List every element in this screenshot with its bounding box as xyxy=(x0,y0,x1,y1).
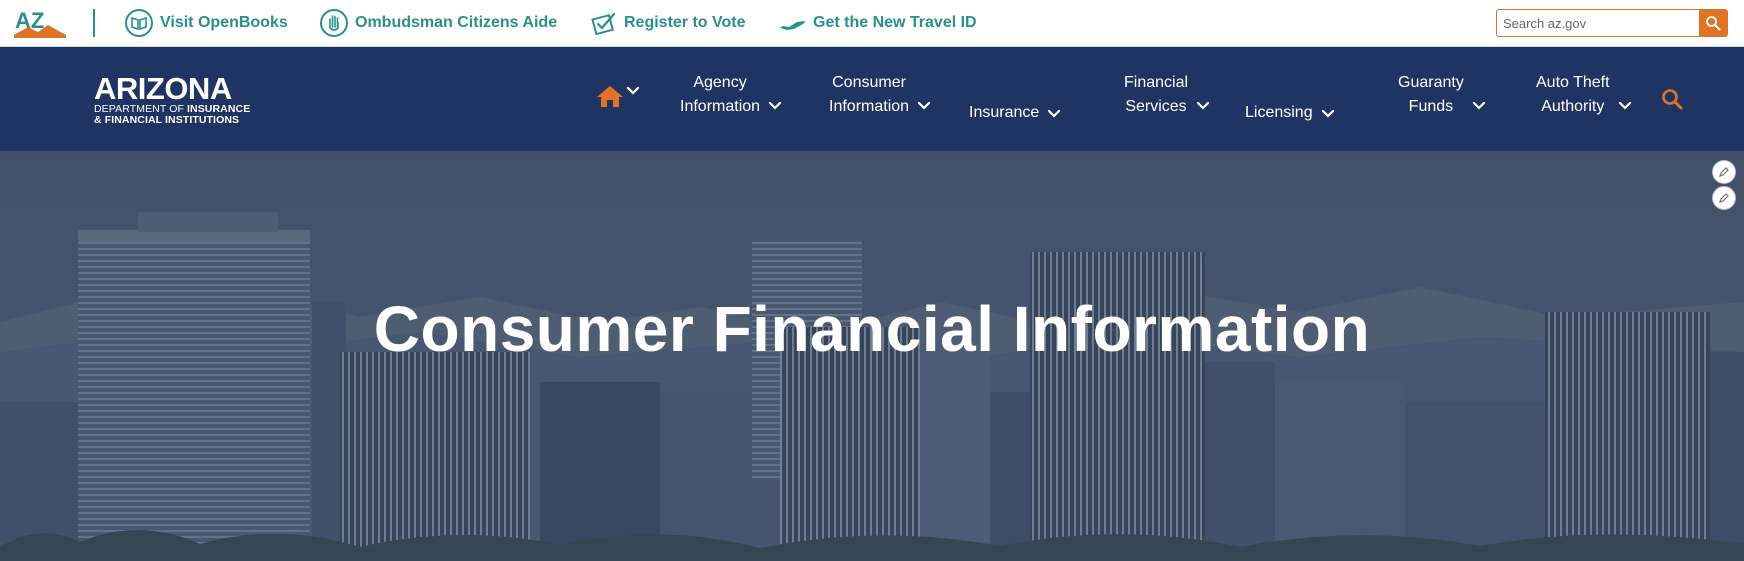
brand-title: ARIZONA xyxy=(94,71,232,106)
hand-icon xyxy=(319,8,349,38)
search-icon xyxy=(1706,16,1721,31)
nav-label-line2: Funds xyxy=(1408,98,1454,115)
nav-label-line1: Financial xyxy=(1124,74,1189,91)
utility-bar: AZ Visit OpenBooks Ombudsman Citizens Ai… xyxy=(0,0,1744,47)
ballot-check-icon xyxy=(588,8,618,38)
divider xyxy=(93,9,95,37)
az-search-button[interactable] xyxy=(1699,10,1727,36)
register-to-vote-link[interactable]: Register to Vote xyxy=(588,10,746,36)
nav-label-line2: Authority xyxy=(1541,98,1605,115)
nav-auto-theft-authority[interactable]: Auto Theft Authority xyxy=(1536,65,1632,125)
pencil-icon xyxy=(1719,167,1729,177)
open-book-icon xyxy=(124,8,154,38)
nav-label-line2: Information xyxy=(680,98,761,115)
nav-insurance[interactable]: Insurance xyxy=(969,77,1061,137)
nav-label-line1: Consumer xyxy=(832,74,906,91)
difi-logo[interactable]: ARIZONA DEPARTMENT OF INSURANCE & FINANC… xyxy=(94,71,280,126)
home-icon xyxy=(597,86,623,107)
travel-id-label: Get the New Travel ID xyxy=(813,14,977,31)
chevron-down-icon xyxy=(1321,109,1334,118)
chevron-down-icon xyxy=(1618,101,1631,110)
main-nav: ARIZONA DEPARTMENT OF INSURANCE & FINANC… xyxy=(0,47,1744,152)
edit-button[interactable] xyxy=(1712,186,1736,210)
search-icon xyxy=(1662,89,1683,110)
home-menu[interactable] xyxy=(596,79,644,113)
nav-label-line2: Insurance xyxy=(969,104,1040,121)
chevron-down-icon xyxy=(1472,101,1485,110)
chevron-down-icon xyxy=(768,101,782,110)
nav-licensing[interactable]: Licensing xyxy=(1245,77,1335,137)
brand-subtitle-line2: & FINANCIAL INSTITUTIONS xyxy=(94,114,240,126)
site-search-button[interactable] xyxy=(1660,87,1684,111)
nav-label-line1: Guaranty xyxy=(1398,74,1464,91)
nav-label-line2: Services xyxy=(1125,98,1187,115)
edit-button[interactable] xyxy=(1712,160,1736,184)
chevron-down-icon xyxy=(626,86,640,95)
hero-banner: Consumer Financial Information xyxy=(0,152,1744,561)
chevron-down-icon xyxy=(1196,101,1210,110)
chevron-down-icon xyxy=(1048,109,1061,118)
az-search-input[interactable] xyxy=(1497,10,1697,36)
nav-label-line1: Agency xyxy=(693,74,747,91)
travel-id-link[interactable]: Get the New Travel ID xyxy=(777,10,977,36)
page-title: Consumer Financial Information xyxy=(373,293,1371,365)
ombudsman-link[interactable]: Ombudsman Citizens Aide xyxy=(319,8,558,38)
chevron-down-icon xyxy=(917,101,931,110)
pencil-icon xyxy=(1719,193,1729,203)
nav-consumer-information[interactable]: Consumer Information xyxy=(829,65,931,125)
nav-financial-services[interactable]: Financial Services xyxy=(1124,65,1210,125)
register-to-vote-label: Register to Vote xyxy=(624,14,746,31)
nav-label-line2: Licensing xyxy=(1245,104,1313,121)
visit-openbooks-label: Visit OpenBooks xyxy=(160,14,288,31)
nav-agency-information[interactable]: Agency Information xyxy=(680,65,782,125)
visit-openbooks-link[interactable]: Visit OpenBooks xyxy=(124,8,288,38)
az-search-box xyxy=(1496,9,1728,37)
nav-guaranty-funds[interactable]: Guaranty Funds xyxy=(1398,65,1486,125)
nav-label-line2: Information xyxy=(829,98,910,115)
ombudsman-label: Ombudsman Citizens Aide xyxy=(355,14,558,31)
az-gov-logo[interactable]: AZ xyxy=(14,8,66,38)
nav-label-line1: Auto Theft xyxy=(1536,74,1610,91)
airplane-icon xyxy=(777,8,807,38)
